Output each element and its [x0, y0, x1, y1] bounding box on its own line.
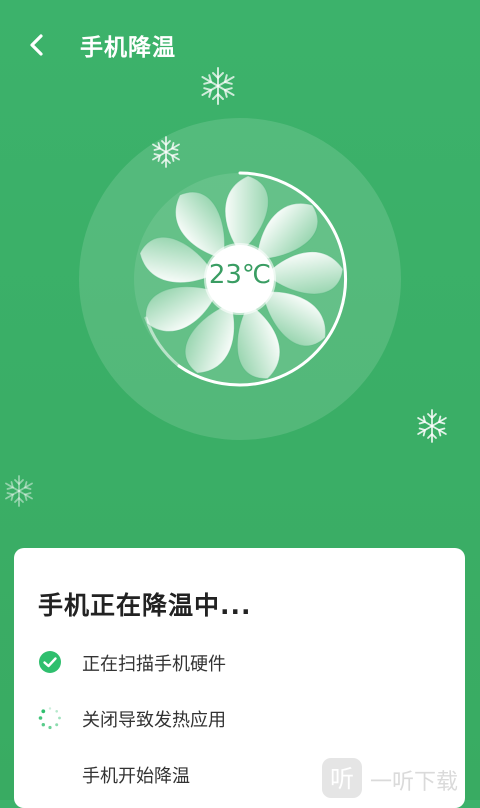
- snowflake-icon: [5, 475, 33, 507]
- temperature-readout: 23℃: [208, 260, 272, 290]
- step-label: 正在扫描手机硬件: [82, 654, 226, 675]
- cooling-fan: 23℃: [79, 118, 401, 440]
- watermark: 听 一听下载: [320, 756, 480, 800]
- loading-spinner-icon: [38, 707, 61, 730]
- back-button[interactable]: [22, 30, 52, 60]
- card-title: 手机正在降温中...: [38, 591, 252, 620]
- step-label: 关闭导致发热应用: [82, 710, 226, 731]
- step-item-close-apps: 关闭导致发热应用: [38, 704, 438, 734]
- page-title: 手机降温: [80, 35, 176, 61]
- watermark-text: 一听下载: [370, 770, 459, 795]
- chevron-left-icon: [30, 34, 43, 56]
- step-item-scan-hardware: 正在扫描手机硬件: [38, 648, 438, 678]
- snowflake-icon: [201, 67, 235, 105]
- snowflake-icon: [417, 409, 447, 443]
- watermark-logo-icon: 听: [322, 758, 362, 798]
- app-header: 手机降温: [0, 0, 480, 90]
- check-circle-icon: [39, 651, 61, 673]
- svg-text:听: 听: [330, 765, 354, 793]
- step-label: 手机开始降温: [82, 766, 190, 787]
